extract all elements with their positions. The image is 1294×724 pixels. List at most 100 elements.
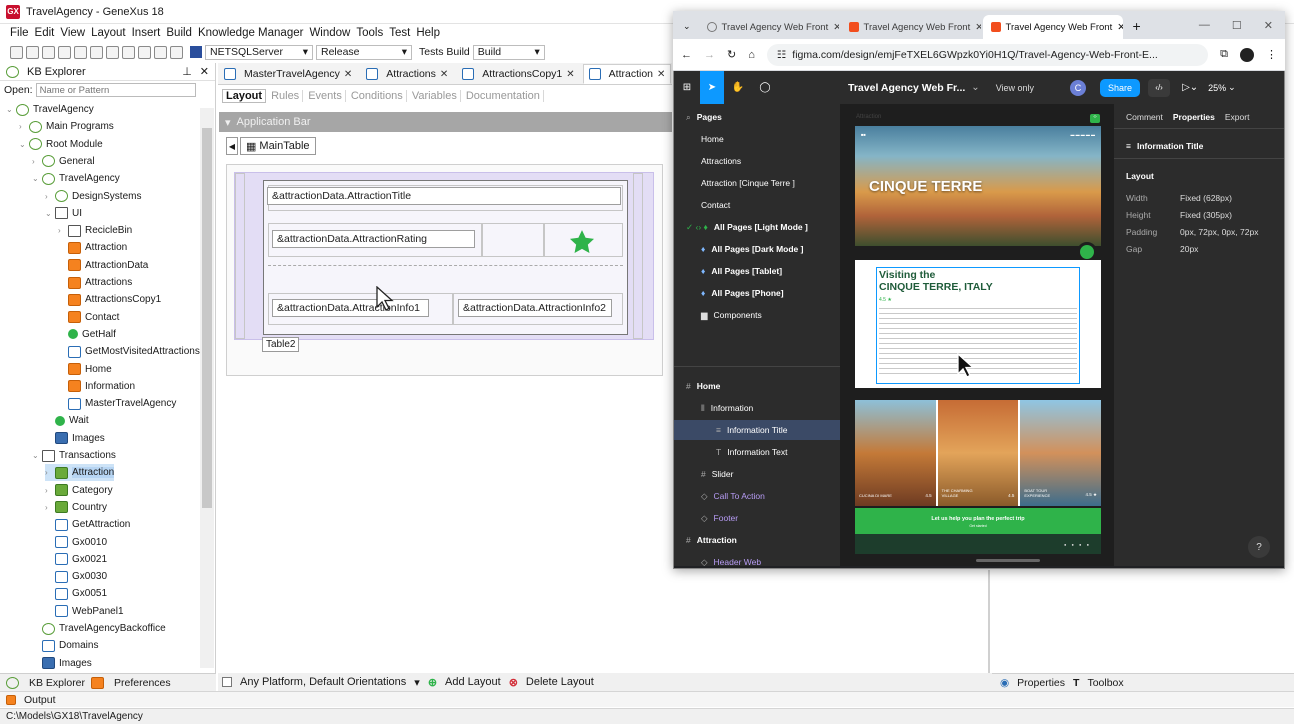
pages-header[interactable]: ⌕ Pages	[674, 107, 840, 127]
page-item[interactable]: ♦ All Pages [Phone]	[674, 283, 840, 303]
expand-arrow-icon[interactable]: ›	[45, 486, 55, 495]
delete-layout-button[interactable]: Delete Layout	[526, 676, 594, 688]
tree-item[interactable]: GetMostVisitedAttractions	[58, 343, 200, 360]
close-icon[interactable]: ✕	[566, 69, 574, 80]
browser-tab[interactable]: Travel Agency Web Front ✕	[699, 15, 839, 39]
close-icon[interactable]: ✕	[657, 69, 665, 80]
attraction-info2-field[interactable]: &attractionData.AttractionInfo2	[458, 299, 612, 317]
forward-icon[interactable]: →	[704, 49, 715, 61]
menu-item[interactable]: Build	[166, 27, 192, 39]
menu-item[interactable]: File	[10, 27, 29, 39]
attraction-title-field[interactable]: &attractionData.AttractionTitle	[267, 187, 621, 205]
right-panel-tab[interactable]: Comment	[1126, 112, 1163, 122]
tree-item[interactable]: AttractionsCopy1	[58, 291, 161, 308]
build-icon[interactable]	[170, 45, 183, 59]
layer-item[interactable]: T Information Text	[674, 442, 840, 462]
tree-item[interactable]: › Attraction	[45, 464, 115, 482]
tree-item[interactable]: › Country	[45, 499, 107, 516]
kb-scroll-thumb[interactable]	[202, 128, 212, 508]
tree-item[interactable]: Information	[58, 378, 135, 395]
document-tab[interactable]: Attraction ✕	[582, 64, 672, 84]
preferences-tab[interactable]: Preferences	[114, 677, 171, 689]
layer-item[interactable]: ◇ Header Web	[674, 552, 840, 567]
tree-item[interactable]: Wait	[45, 412, 89, 429]
layer-item[interactable]: ⦀ Information	[674, 398, 840, 418]
dropdown-icon[interactable]: ▾	[414, 676, 420, 689]
platform-checkbox[interactable]	[222, 677, 232, 687]
expand-arrow-icon[interactable]: ›	[45, 503, 55, 512]
close-icon[interactable]: ✕	[1117, 22, 1122, 33]
tree-item[interactable]: › DesignSystems	[45, 188, 141, 205]
page-item[interactable]: ♦ All Pages [Tablet]	[674, 261, 840, 281]
document-tab[interactable]: Attractions ✕	[360, 64, 455, 84]
tree-item[interactable]: TravelAgencyBackoffice	[32, 620, 166, 637]
tree-item[interactable]: Images	[45, 430, 105, 447]
tree-item[interactable]: › RecicleBin	[58, 222, 132, 239]
canvas-scrollbar[interactable]	[976, 559, 1040, 562]
back-icon[interactable]: ←	[681, 49, 692, 61]
pin-icon[interactable]: ⊥	[182, 65, 192, 78]
menu-item[interactable]: Help	[416, 27, 440, 39]
kb-scrollbar[interactable]	[200, 108, 214, 668]
table2-label[interactable]: Table2	[262, 337, 300, 352]
tree-item[interactable]: GetHalf	[58, 326, 116, 343]
tree-item[interactable]: Gx0051	[45, 585, 107, 602]
open-icon[interactable]	[26, 45, 39, 59]
server-combo[interactable]: NETSQLServer ▾	[205, 44, 313, 60]
page-item[interactable]: Contact	[674, 195, 840, 215]
collapse-icon[interactable]: ▾	[225, 116, 231, 129]
menu-item[interactable]: Tools	[356, 27, 383, 39]
address-bar[interactable]: ☷ figma.com/design/emjFeTXEL6GWpzk0Yi0H1Q…	[766, 43, 1209, 66]
figma-menu-icon[interactable]: ⊞	[674, 82, 700, 93]
maximize-icon[interactable]: ☐	[1232, 19, 1242, 32]
menu-item[interactable]: Test	[389, 27, 410, 39]
help-button[interactable]: ?	[1248, 536, 1270, 558]
close-icon[interactable]: ✕	[975, 22, 980, 33]
layer-item[interactable]: # Home	[674, 376, 840, 396]
close-icon[interactable]: ✕	[344, 69, 352, 80]
toolbox-tab[interactable]: Toolbox	[1087, 677, 1123, 689]
menu-item[interactable]: Insert	[132, 27, 161, 39]
chevron-down-icon[interactable]: ⌄	[971, 82, 979, 93]
figma-file-name[interactable]: Travel Agency Web Fr...	[848, 82, 965, 94]
menu-item[interactable]: View	[60, 27, 85, 39]
collapse-arrow-icon[interactable]: ◀	[226, 137, 238, 155]
close-window-icon[interactable]: ✕	[1264, 19, 1273, 32]
part-tab[interactable]: Events	[305, 90, 346, 102]
copy-icon[interactable]	[74, 45, 87, 59]
properties-tab[interactable]: Properties	[1017, 677, 1065, 689]
page-item[interactable]: Home	[674, 129, 840, 149]
part-tab[interactable]: Variables	[409, 90, 461, 102]
tree-item[interactable]: AttractionData	[58, 257, 148, 274]
tree-item[interactable]: ⌄ UI	[45, 205, 82, 222]
tree-item[interactable]: Attractions	[58, 274, 132, 291]
page-item[interactable]: Attractions	[674, 151, 840, 171]
kb-explorer-tab[interactable]: KB Explorer	[29, 677, 85, 689]
layer-item[interactable]: # Attraction	[674, 530, 840, 550]
expand-arrow-icon[interactable]: ⌄	[32, 451, 42, 460]
share-button[interactable]: Share	[1100, 78, 1141, 97]
page-item[interactable]: ✓ ‹› ♦ All Pages [Light Mode ]	[674, 217, 840, 237]
platform-label[interactable]: Any Platform, Default Orientations	[240, 676, 406, 688]
reload-icon[interactable]: ↻	[727, 48, 736, 61]
tree-item[interactable]: ⌄ TravelAgency	[32, 170, 120, 187]
tree-item[interactable]: Contact	[58, 309, 119, 326]
expand-arrow-icon[interactable]: ›	[45, 192, 55, 201]
add-layout-button[interactable]: Add Layout	[445, 676, 501, 688]
home-icon[interactable]: ⌂	[748, 49, 755, 61]
tree-item[interactable]: Domains	[32, 637, 98, 654]
tree-item[interactable]: › Main Programs	[19, 118, 114, 135]
new-tab-icon[interactable]: +	[1125, 18, 1149, 39]
part-tab[interactable]: Layout	[222, 89, 267, 103]
undo-icon[interactable]	[106, 45, 119, 59]
tree-item[interactable]: Images	[32, 655, 92, 669]
right-panel-tab[interactable]: Properties	[1173, 112, 1215, 122]
layer-item[interactable]: # Slider	[674, 464, 840, 484]
part-tab[interactable]: Documentation	[463, 90, 544, 102]
profile-icon[interactable]	[1240, 47, 1254, 62]
page-item[interactable]: ♦ All Pages [Dark Mode ]	[674, 239, 840, 259]
tree-item[interactable]: GetAttraction	[45, 516, 130, 533]
close-icon[interactable]: ✕	[440, 69, 448, 80]
tree-item[interactable]: MasterTravelAgency	[58, 395, 176, 412]
expand-arrow-icon[interactable]: ⌄	[45, 209, 55, 218]
